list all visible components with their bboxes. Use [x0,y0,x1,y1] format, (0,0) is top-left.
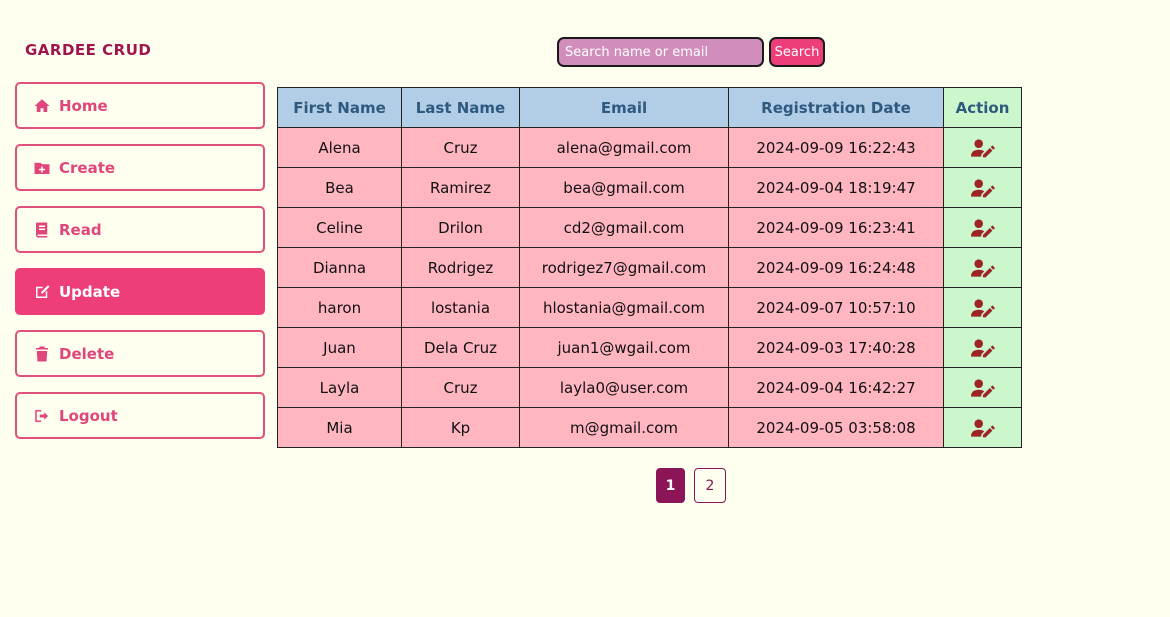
sidebar: Home Create Read Update Delete Logout [15,82,265,454]
table-row: Dianna Rodrigez rodrigez7@gmail.com 2024-09… [277,247,1022,288]
cell-email: layla0@user.com [519,367,729,408]
sidebar-item-label: Create [59,158,116,177]
cell-first-name: Juan [277,327,402,368]
cell-last-name: Cruz [401,367,520,408]
sidebar-item-label: Home [59,96,108,115]
user-edit-icon[interactable] [970,178,995,198]
column-header-action: Action [943,87,1022,128]
column-header-email[interactable]: Email [519,87,729,128]
cell-last-name: Ramirez [401,167,520,208]
page-button-2[interactable]: 2 [694,468,726,503]
cell-last-name: Cruz [401,127,520,168]
user-edit-icon[interactable] [970,378,995,398]
cell-email: cd2@gmail.com [519,207,729,248]
sidebar-item-label: Delete [59,344,115,363]
user-edit-icon[interactable] [970,418,995,438]
sidebar-item-home[interactable]: Home [15,82,265,129]
table-row: Layla Cruz layla0@user.com 2024-09-04 16:42… [277,367,1022,408]
user-edit-icon[interactable] [970,338,995,358]
cell-registration-date: 2024-09-09 16:23:41 [728,207,944,248]
sidebar-item-update[interactable]: Update [15,268,265,315]
cell-first-name: Mia [277,407,402,448]
cell-last-name: lostania [401,287,520,328]
table-row: Juan Dela Cruz juan1@wgail.com 2024-09-03 1… [277,327,1022,368]
table-row: Alena Cruz alena@gmail.com 2024-09-09 16:22… [277,127,1022,168]
cell-action [943,247,1022,288]
cell-registration-date: 2024-09-04 18:19:47 [728,167,944,208]
sidebar-item-label: Update [59,282,121,301]
sidebar-item-logout[interactable]: Logout [15,392,265,439]
cell-last-name: Rodrigez [401,247,520,288]
cell-action [943,407,1022,448]
cell-email: juan1@wgail.com [519,327,729,368]
book-icon [33,221,51,239]
sign-out-icon [33,407,51,425]
cell-email: hlostania@gmail.com [519,287,729,328]
cell-first-name: Celine [277,207,402,248]
cell-first-name: Bea [277,167,402,208]
table-row: haron lostania hlostania@gmail.com 2024-09-… [277,287,1022,328]
cell-first-name: Dianna [277,247,402,288]
cell-email: bea@gmail.com [519,167,729,208]
column-header-first-name[interactable]: First Name [277,87,402,128]
cell-email: rodrigez7@gmail.com [519,247,729,288]
user-edit-icon[interactable] [970,258,995,278]
column-header-registration-date[interactable]: Registration Date [728,87,944,128]
cell-first-name: haron [277,287,402,328]
sidebar-item-read[interactable]: Read [15,206,265,253]
users-table: First Name Last Name Email Registration … [277,87,1022,448]
folder-plus-icon [33,159,51,177]
sidebar-item-label: Logout [59,406,118,425]
cell-last-name: Dela Cruz [401,327,520,368]
cell-registration-date: 2024-09-09 16:22:43 [728,127,944,168]
user-edit-icon[interactable] [970,138,995,158]
table-row: Bea Ramirez bea@gmail.com 2024-09-04 18:19:… [277,167,1022,208]
user-edit-icon[interactable] [970,298,995,318]
edit-icon [33,283,51,301]
search-input[interactable] [557,37,764,67]
cell-action [943,327,1022,368]
cell-action [943,367,1022,408]
cell-first-name: Layla [277,367,402,408]
table-row: Mia Kp m@gmail.com 2024-09-05 03:58:08 [277,407,1022,448]
sidebar-item-create[interactable]: Create [15,144,265,191]
sidebar-item-delete[interactable]: Delete [15,330,265,377]
user-edit-icon[interactable] [970,218,995,238]
trash-icon [33,345,51,363]
cell-last-name: Drilon [401,207,520,248]
page-button-1[interactable]: 1 [656,468,685,503]
column-header-last-name[interactable]: Last Name [401,87,520,128]
cell-action [943,287,1022,328]
cell-action [943,207,1022,248]
cell-action [943,167,1022,208]
cell-action [943,127,1022,168]
cell-registration-date: 2024-09-09 16:24:48 [728,247,944,288]
table-row: Celine Drilon cd2@gmail.com 2024-09-09 16:2… [277,207,1022,248]
cell-email: m@gmail.com [519,407,729,448]
cell-registration-date: 2024-09-03 17:40:28 [728,327,944,368]
search-bar: Search [557,37,825,67]
cell-first-name: Alena [277,127,402,168]
sidebar-item-label: Read [59,220,102,239]
home-icon [33,97,51,115]
cell-email: alena@gmail.com [519,127,729,168]
app-brand: GARDEE CRUD [25,41,152,59]
cell-last-name: Kp [401,407,520,448]
table-header-row: First Name Last Name Email Registration … [277,87,1022,128]
cell-registration-date: 2024-09-07 10:57:10 [728,287,944,328]
cell-registration-date: 2024-09-05 03:58:08 [728,407,944,448]
cell-registration-date: 2024-09-04 16:42:27 [728,367,944,408]
pagination: 1 2 [656,468,735,503]
search-button[interactable]: Search [769,37,825,67]
